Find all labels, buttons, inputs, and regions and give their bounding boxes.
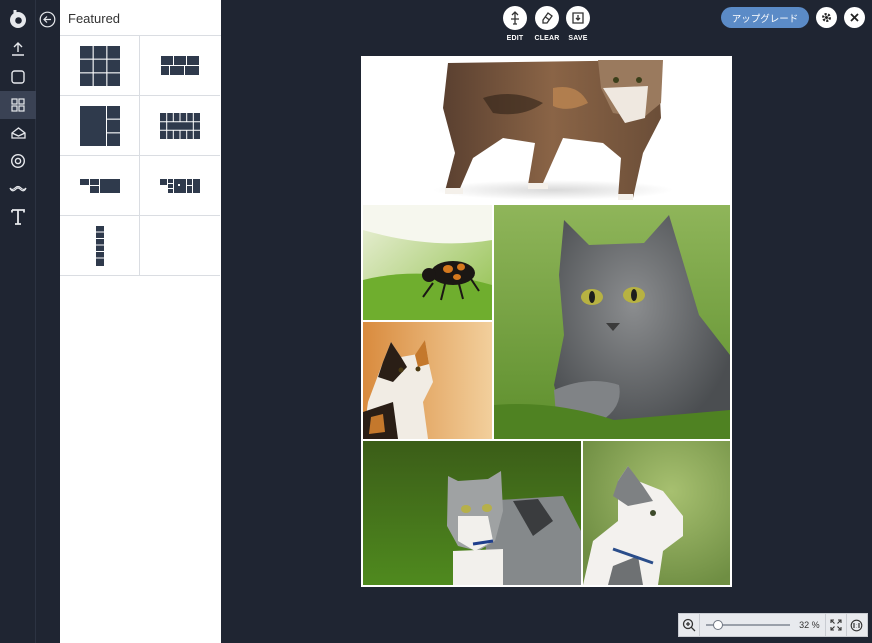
- photo-tabby-kitten[interactable]: [363, 441, 581, 585]
- photo-beetle[interactable]: [363, 205, 492, 320]
- photo-grey-cat[interactable]: [494, 205, 730, 439]
- layout-big-left-column-icon: [79, 105, 120, 146]
- save-icon[interactable]: [566, 6, 590, 30]
- layout-vertical-strip-icon: [95, 225, 104, 266]
- layout-mosaic-small-icon: [79, 178, 120, 193]
- clear-tool[interactable]: CLEAR: [532, 6, 562, 42]
- layout-option-row-strip[interactable]: [140, 156, 220, 216]
- zoom-slider-handle[interactable]: [713, 620, 724, 630]
- layout-option-mosaic-small[interactable]: [60, 156, 140, 216]
- layout-grid-thin-icon: [160, 112, 200, 139]
- clear-label: CLEAR: [534, 35, 560, 42]
- mustache-icon[interactable]: [0, 175, 36, 203]
- photo-white-cat[interactable]: [583, 441, 730, 585]
- save-label: SAVE: [568, 35, 588, 42]
- layout-grid-3x3-icon: [79, 45, 120, 86]
- layout-panel: Featured: [60, 0, 221, 643]
- layout-option-grid-3x3[interactable]: [60, 36, 140, 96]
- zoom-slider[interactable]: [706, 614, 791, 636]
- circle-target-icon[interactable]: [0, 147, 36, 175]
- panel-title: Featured: [68, 11, 121, 26]
- layout-grid-icon[interactable]: [0, 91, 36, 119]
- layout-option-vertical-strip[interactable]: [60, 216, 140, 276]
- logo-icon[interactable]: [0, 6, 36, 32]
- back-column: [36, 0, 60, 643]
- photo-walking-cat[interactable]: [363, 58, 730, 203]
- layout-row-strip-icon: [160, 178, 200, 193]
- upload-icon[interactable]: [0, 35, 36, 63]
- fit-to-screen-icon[interactable]: [845, 614, 867, 636]
- fullscreen-icon[interactable]: [824, 614, 846, 636]
- photo-calico-cat[interactable]: [363, 322, 492, 439]
- sticker-icon[interactable]: [0, 119, 36, 147]
- text-icon[interactable]: [0, 203, 36, 231]
- save-tool[interactable]: SAVE: [563, 6, 593, 42]
- layout-option-empty: [140, 216, 220, 276]
- close-icon[interactable]: [844, 7, 865, 28]
- upgrade-button[interactable]: アップグレード: [721, 7, 809, 28]
- back-arrow-icon[interactable]: [39, 11, 56, 28]
- layout-mosaic-wide-icon: [161, 55, 199, 75]
- square-icon[interactable]: [0, 63, 36, 91]
- zoom-value: 32 %: [799, 620, 820, 630]
- edit-icon[interactable]: [503, 6, 527, 30]
- collage-editor: Featured EDIT CLEAR SAVE アップグレード 32 %: [0, 0, 872, 643]
- eraser-icon[interactable]: [535, 6, 559, 30]
- edit-tool[interactable]: EDIT: [500, 6, 530, 42]
- layout-option-big-left-column[interactable]: [60, 96, 140, 156]
- zoom-in-icon[interactable]: [679, 614, 701, 636]
- tool-rail: [0, 0, 36, 643]
- layout-option-grid-thin[interactable]: [140, 96, 220, 156]
- layout-option-mosaic-wide[interactable]: [140, 36, 220, 96]
- gear-icon[interactable]: [816, 7, 837, 28]
- zoom-bar: 32 %: [678, 613, 868, 637]
- collage-canvas[interactable]: [361, 56, 732, 587]
- edit-label: EDIT: [506, 35, 524, 42]
